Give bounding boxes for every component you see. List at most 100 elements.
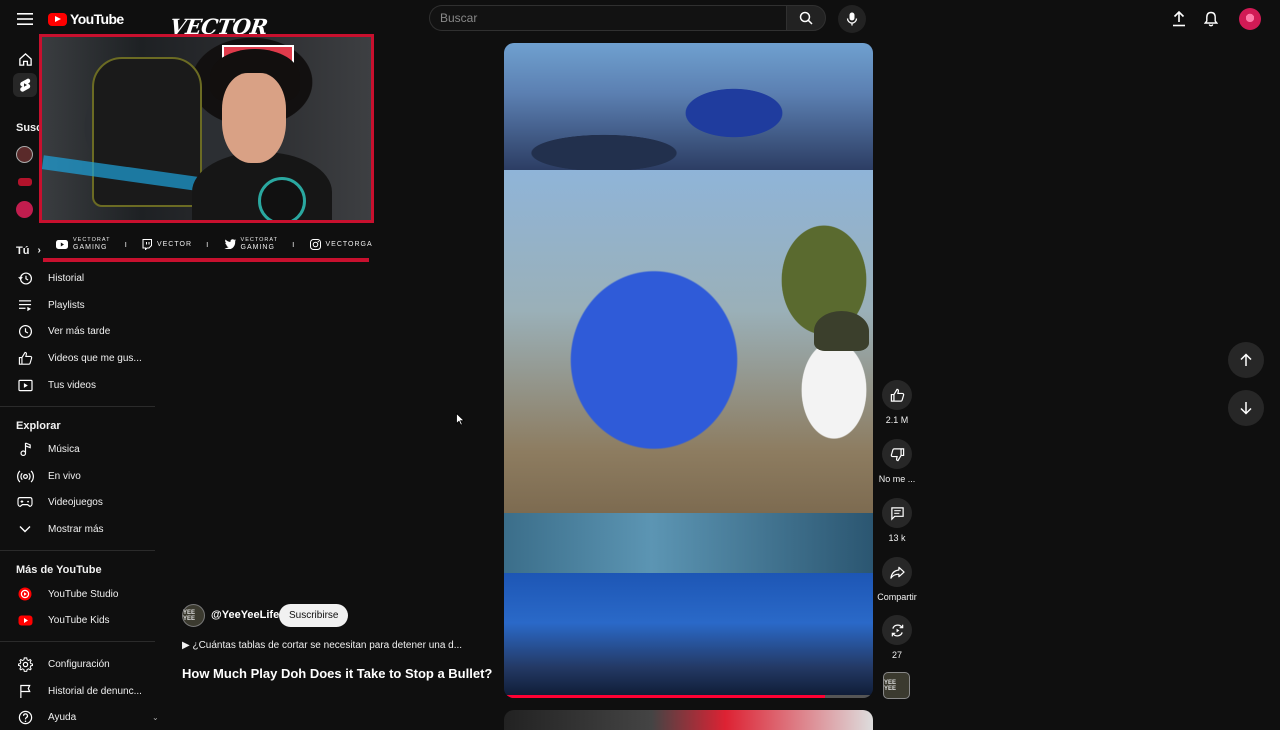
next-short-preview[interactable]: [504, 710, 873, 730]
remix-action: 27: [880, 615, 914, 660]
subscription-avatar[interactable]: [18, 178, 32, 186]
twitter-icon: [224, 239, 236, 249]
playlists-icon: [16, 296, 34, 314]
flag-icon: [16, 682, 34, 700]
sidebar-item-label: Ver más tarde: [48, 325, 111, 337]
search-button[interactable]: [786, 5, 826, 31]
webcam-overlay: [39, 34, 374, 223]
social-line: VECTORAT: [240, 237, 278, 243]
channel-name[interactable]: @YeeYeeLife: [211, 609, 279, 621]
bell-icon: [1204, 11, 1218, 27]
help-icon: [16, 708, 34, 726]
home-icon: [16, 50, 34, 68]
live-icon: [16, 467, 34, 485]
comment-count: 13 k: [888, 533, 906, 543]
sidebar-item-label: Ayuda: [48, 711, 77, 723]
more-from-youtube-heading: Más de YouTube: [16, 564, 102, 576]
voice-search-button[interactable]: [838, 5, 866, 33]
youtube-logo[interactable]: YouTube: [48, 10, 124, 28]
upload-button[interactable]: [1168, 8, 1190, 30]
sidebar-item-your-videos[interactable]: Tus videos: [0, 372, 155, 398]
sidebar-item-history[interactable]: Historial: [0, 265, 155, 291]
youtube-studio-icon: [16, 585, 34, 603]
channel-thumbnail[interactable]: YEE YEE: [883, 672, 910, 699]
overlay-socials: VECTORAT GAMING ı VECTOR ı VECTORAT GAMING…: [56, 236, 373, 252]
short-video-player[interactable]: [504, 43, 873, 698]
chevron-right-icon: ›: [37, 245, 41, 256]
previous-short-button[interactable]: [1228, 342, 1264, 378]
sidebar-item-show-more[interactable]: Mostrar más: [0, 516, 155, 542]
arrow-up-icon: [1240, 353, 1252, 366]
sidebar-item-label: En vivo: [48, 470, 81, 482]
like-count: 2.1 M: [885, 415, 909, 425]
next-short-button[interactable]: [1228, 390, 1264, 426]
share-icon: [889, 566, 905, 579]
gear-icon: [16, 655, 34, 673]
search-icon: [799, 11, 813, 25]
overlay-divider: [43, 258, 369, 262]
music-icon: [16, 440, 34, 458]
social-line: VECTORGA: [325, 240, 373, 248]
comment-icon: [890, 506, 904, 521]
history-icon: [16, 269, 34, 287]
sidebar-item-gaming[interactable]: Videojuegos: [0, 489, 155, 515]
sidebar-item-watch-later[interactable]: Ver más tarde: [0, 318, 155, 344]
social-line: GAMING: [73, 244, 108, 251]
notifications-button[interactable]: [1200, 8, 1222, 30]
menu-icon[interactable]: [14, 8, 36, 30]
chevron-down-icon: [16, 520, 34, 538]
account-avatar[interactable]: [1239, 8, 1261, 30]
social-youtube: VECTORAT GAMING: [56, 237, 110, 251]
sidebar-item-live[interactable]: En vivo: [0, 463, 155, 489]
like-button[interactable]: [882, 380, 912, 410]
like-icon: [890, 388, 904, 402]
sidebar-item-label: YouTube Studio: [48, 588, 119, 600]
remix-button[interactable]: [882, 615, 912, 645]
sidebar-item-youtube-studio[interactable]: YouTube Studio: [0, 581, 155, 607]
dislike-label: No me ...: [878, 474, 916, 484]
sidebar-item-settings[interactable]: Configuración: [0, 651, 155, 677]
sidebar-item-help[interactable]: Ayuda ⌄: [0, 704, 159, 730]
sidebar-item-label: Tus videos: [48, 379, 96, 391]
youtube-logo-icon: [48, 12, 67, 26]
dislike-button[interactable]: [882, 439, 912, 469]
instagram-icon: [309, 238, 321, 250]
separator: ı: [291, 239, 296, 249]
streamer-face: [222, 73, 286, 163]
twitch-icon: [142, 238, 152, 250]
you-heading[interactable]: Tú ›: [16, 245, 41, 257]
mic-icon: [846, 12, 858, 26]
sidebar-item-liked-videos[interactable]: Videos que me gus...: [0, 345, 155, 371]
sidebar-item-playlists[interactable]: Playlists: [0, 292, 155, 318]
video-barrel: [504, 513, 873, 573]
channel-avatar[interactable]: YEE YEE: [182, 604, 205, 627]
subscription-avatar[interactable]: [16, 146, 33, 163]
logo-text: YouTube: [70, 11, 124, 27]
sidebar-item-music[interactable]: Música: [0, 436, 155, 462]
video-title[interactable]: How Much Play Doh Does it Take to Stop a…: [182, 666, 492, 681]
video-description[interactable]: ▶ ¿Cuántas tablas de cortar se necesitan…: [182, 640, 462, 651]
share-button[interactable]: [882, 557, 912, 587]
video-progress-bar[interactable]: [504, 695, 873, 698]
dislike-icon: [890, 447, 904, 461]
separator: ı: [124, 239, 128, 249]
social-line: VECTOR: [156, 240, 193, 248]
scroll-down-icon[interactable]: ⌄: [152, 713, 159, 722]
watch-later-icon: [16, 322, 34, 340]
subscription-avatar[interactable]: [16, 201, 33, 218]
social-line: GAMING: [240, 244, 275, 251]
shorts-icon: [13, 73, 37, 97]
search-input[interactable]: [429, 5, 787, 31]
youtube-icon: [56, 239, 68, 249]
explore-heading: Explorar: [16, 420, 61, 432]
separator: ı: [206, 239, 210, 249]
sidebar-item-label: Configuración: [48, 658, 110, 670]
mouse-cursor-icon: [456, 413, 465, 426]
arrow-down-icon: [1240, 402, 1252, 415]
subscribe-button[interactable]: Suscribirse: [279, 604, 349, 627]
sidebar-item-label: Música: [48, 443, 80, 455]
video-person: [814, 311, 869, 351]
sidebar-item-report-history[interactable]: Historial de denunc...: [0, 678, 155, 704]
comments-button[interactable]: [882, 498, 912, 528]
sidebar-item-youtube-kids[interactable]: YouTube Kids: [0, 607, 155, 633]
